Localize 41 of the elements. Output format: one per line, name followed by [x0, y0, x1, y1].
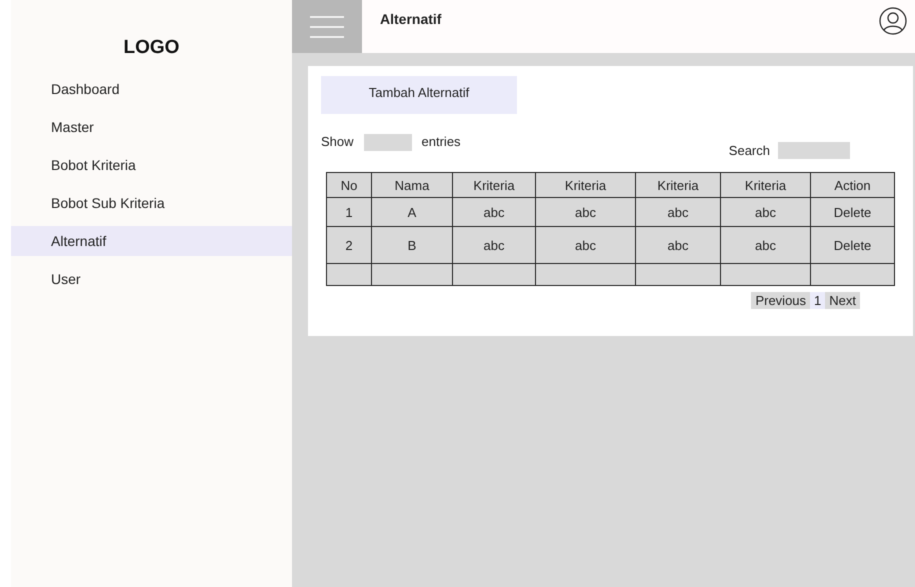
search-field[interactable] — [778, 142, 850, 159]
table-cell: abc — [536, 198, 636, 226]
menu-button[interactable] — [292, 0, 362, 53]
table-cell: abc — [636, 226, 720, 264]
table-cell: 1 — [326, 198, 372, 226]
search-label: Search — [728, 143, 770, 158]
column-header: Nama — [372, 172, 452, 198]
delete-link[interactable]: Delete — [810, 198, 894, 226]
column-header: No — [326, 172, 372, 198]
table-cell: abc — [720, 198, 810, 226]
page-button[interactable]: Next — [825, 292, 860, 309]
sidebar-item[interactable]: Bobot Sub Kriteria — [11, 188, 292, 218]
table-cell: abc — [452, 226, 536, 264]
page-button[interactable]: 1 — [810, 292, 826, 309]
sidebar-item[interactable]: Master — [11, 112, 292, 142]
menu-icon — [309, 16, 345, 38]
column-header: Kriteria — [720, 172, 810, 198]
table-cell: abc — [452, 198, 536, 226]
column-header: Kriteria — [636, 172, 720, 198]
sidebar-item[interactable]: User — [11, 264, 292, 294]
sidebar-item[interactable]: Alternatif — [11, 226, 292, 256]
add-button[interactable]: Tambah Alternatif — [321, 76, 517, 114]
column-header: Action — [810, 172, 894, 198]
entries-label: entries — [422, 134, 461, 149]
logo: LOGO — [122, 36, 180, 60]
sidebar-item[interactable]: Dashboard — [11, 74, 292, 104]
page-title: Alternatif — [380, 10, 442, 26]
table-cell: abc — [636, 198, 720, 226]
user-icon[interactable] — [879, 6, 907, 34]
column-header: Kriteria — [452, 172, 536, 198]
table-cell: abc — [536, 226, 636, 264]
sidebar-item[interactable]: Bobot Kriteria — [11, 150, 292, 180]
table-cell: abc — [720, 226, 810, 264]
page-button[interactable]: Previous — [751, 292, 810, 309]
delete-link[interactable]: Delete — [810, 226, 894, 264]
show-label: Show — [321, 134, 354, 149]
table-cell: B — [372, 226, 452, 264]
table-cell: 2 — [326, 226, 372, 264]
table-cell: A — [372, 198, 452, 226]
entries-select[interactable] — [364, 134, 412, 151]
column-header: Kriteria — [536, 172, 636, 198]
